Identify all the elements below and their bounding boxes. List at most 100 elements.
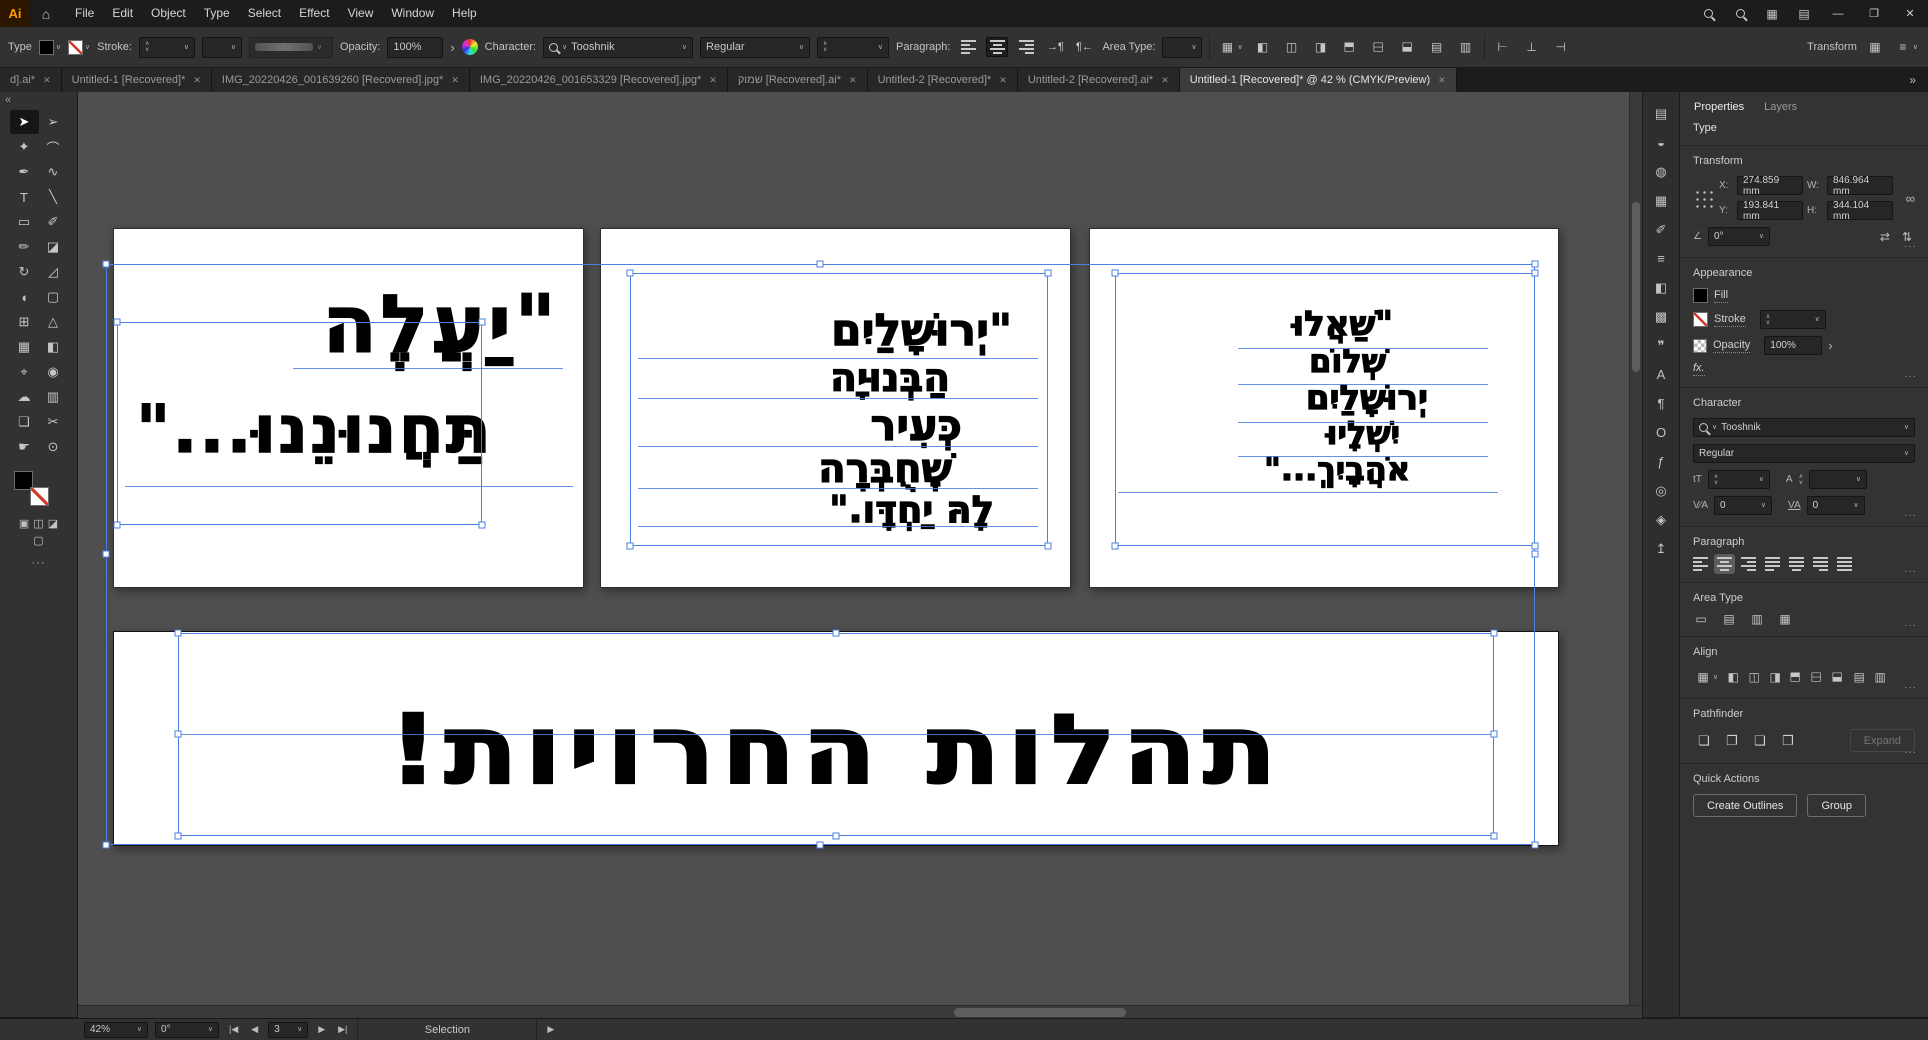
- hebrew-text-line[interactable]: שֶׁחֻבְּרָה: [818, 448, 953, 489]
- tab-close-icon[interactable]: ✕: [849, 75, 857, 86]
- panel-grid-icon[interactable]: ▦: [1864, 37, 1886, 57]
- align-horizontal-right-icon[interactable]: ◨: [1310, 37, 1332, 57]
- distribute-horizontal-icon[interactable]: ▥: [1872, 671, 1888, 683]
- document-tab[interactable]: Untitled-1 [Recovered]* @ 42 % (CMYK/Pre…: [1179, 68, 1457, 92]
- font-style-combo[interactable]: Regular ∨: [1693, 444, 1915, 463]
- align-vertical-top-icon[interactable]: ◧: [1789, 669, 1803, 685]
- transform-x-field[interactable]: 274.859 mm: [1737, 175, 1803, 197]
- flip-horizontal-icon[interactable]: ⇄: [1877, 230, 1893, 244]
- paragraph-icon[interactable]: ¶: [1649, 392, 1674, 415]
- kerning-combo[interactable]: 0 ∨: [1714, 496, 1773, 515]
- rotate-tool[interactable]: ↻: [10, 260, 39, 284]
- pen-tool[interactable]: ✒: [10, 160, 39, 184]
- justify-right-icon[interactable]: [1813, 557, 1828, 571]
- area-type-rows-icon[interactable]: ▤: [1721, 613, 1737, 625]
- transform-h-field[interactable]: 344.104 mm: [1827, 200, 1893, 222]
- fill-swatch[interactable]: [1693, 288, 1708, 303]
- lasso-tool[interactable]: ⌒: [39, 135, 68, 159]
- menu-item[interactable]: Help: [443, 0, 486, 27]
- stroke-label[interactable]: Stroke: [1714, 313, 1746, 327]
- last-artboard-icon[interactable]: ▶|: [335, 1024, 350, 1035]
- shape-builder-tool[interactable]: ⊞: [10, 310, 39, 334]
- artboard-tool[interactable]: ❏: [10, 410, 39, 434]
- line-segment-tool[interactable]: ╲: [39, 185, 68, 209]
- direct-selection-tool[interactable]: ➢: [39, 110, 68, 134]
- menu-item[interactable]: Select: [239, 0, 290, 27]
- graphic-styles-icon[interactable]: ◈: [1649, 508, 1674, 531]
- rotation-angle-combo[interactable]: 0° ∨: [1707, 227, 1770, 246]
- collapse-panel-icon[interactable]: «: [5, 94, 11, 106]
- hebrew-text-line[interactable]: לָהּ יַחְדָּו.": [829, 490, 995, 528]
- pathfinder-unite-icon[interactable]: ❏: [1693, 733, 1715, 749]
- eyedropper-tool[interactable]: ⌖: [10, 360, 39, 384]
- tab-close-icon[interactable]: ✕: [43, 75, 51, 86]
- align-horizontal-left-icon[interactable]: ◧: [1725, 671, 1741, 683]
- transparency-icon[interactable]: ▩: [1649, 305, 1674, 328]
- toolbar-more-icon[interactable]: ···: [0, 557, 77, 569]
- stepper-icon[interactable]: ∧ ∨: [1766, 314, 1770, 326]
- artboard-number-field[interactable]: 3 ∨: [268, 1021, 309, 1038]
- menu-item[interactable]: Effect: [290, 0, 338, 27]
- document-tab[interactable]: Untitled-2 [Recovered]* ✕: [867, 68, 1018, 92]
- symbol-sprayer-tool[interactable]: ☁: [10, 385, 39, 409]
- stepper-icon[interactable]: ∧ ∨: [1799, 474, 1803, 486]
- distribute-vertical-icon[interactable]: ▤: [1851, 671, 1867, 683]
- width-profile-combo[interactable]: ∨: [248, 36, 333, 58]
- pathfinder-minus-front-icon[interactable]: ❐: [1721, 733, 1743, 749]
- asset-export-icon[interactable]: ↥: [1649, 537, 1674, 560]
- panel-menu-icon[interactable]: ≡ ∨: [1893, 37, 1920, 57]
- menu-item[interactable]: File: [66, 0, 103, 27]
- type-direction-rtl-icon[interactable]: ¶←: [1073, 37, 1095, 57]
- more-options-icon[interactable]: ···: [1904, 566, 1917, 577]
- document-tab[interactable]: d].ai* ✕: [0, 68, 62, 92]
- justify-left-icon[interactable]: [1765, 557, 1780, 571]
- more-options-icon[interactable]: ···: [1904, 620, 1917, 631]
- distribute-vertical-icon[interactable]: ▤: [1426, 37, 1448, 57]
- comments-icon[interactable]: ❞: [1649, 334, 1674, 357]
- libraries-icon[interactable]: ▤: [1649, 102, 1674, 125]
- hebrew-text-line[interactable]: "יַעֲלֶה: [322, 284, 559, 365]
- font-family-combo[interactable]: ∨ Tooshnik ∨: [1693, 418, 1915, 437]
- brushes-icon[interactable]: ✐: [1649, 218, 1674, 241]
- rotation-combo[interactable]: 0° ∨: [155, 1021, 219, 1038]
- pathfinder-exclude-icon[interactable]: ❒: [1777, 733, 1799, 749]
- color-icon[interactable]: ◒: [1649, 131, 1674, 154]
- tab-close-icon[interactable]: ✕: [451, 75, 459, 86]
- blend-tool[interactable]: ◉: [39, 360, 68, 384]
- align-horizontal-center-icon[interactable]: ◫: [1746, 671, 1762, 683]
- distribute-spacing-center-icon[interactable]: ⊥: [1521, 37, 1543, 57]
- menu-item[interactable]: View: [339, 0, 383, 27]
- align-vertical-top-icon[interactable]: ◧: [1339, 37, 1361, 57]
- previous-artboard-icon[interactable]: ◀: [248, 1024, 261, 1035]
- tab-close-icon[interactable]: ✕: [193, 75, 201, 86]
- transform-w-field[interactable]: 846.964 mm: [1827, 175, 1893, 197]
- opacity-label[interactable]: Opacity: [1713, 339, 1751, 353]
- opacity-options-icon[interactable]: ›: [1828, 338, 1832, 353]
- eraser-tool[interactable]: ◪: [39, 235, 68, 259]
- canvas[interactable]: "יַעֲלֶה תַּחֲנוּנֵנוּ..." "יְרוּשָׁלַיִ…: [78, 92, 1642, 1005]
- tab-overflow-icon[interactable]: »: [1897, 68, 1928, 92]
- gradient-icon[interactable]: ◧: [1649, 276, 1674, 299]
- menu-item[interactable]: Type: [195, 0, 239, 27]
- horizontal-scrollbar[interactable]: [78, 1005, 1642, 1018]
- draw-behind-icon[interactable]: ◫: [33, 517, 43, 530]
- transform-y-field[interactable]: 193.841 mm: [1737, 200, 1803, 222]
- more-options-icon[interactable]: ···: [1904, 241, 1917, 252]
- hebrew-text-line[interactable]: "שַׁאֲלוּ: [1292, 306, 1394, 341]
- fill-label[interactable]: Fill: [1714, 289, 1729, 303]
- screen-mode-icon[interactable]: ▢: [33, 534, 43, 547]
- artboard-2[interactable]: "יְרוּשָׁלַיִם הַבְּנוּיָה כְּעִיר שֶׁחֻ…: [600, 228, 1071, 588]
- gradient-tool[interactable]: ◧: [39, 335, 68, 359]
- search-icon[interactable]: [1724, 0, 1756, 27]
- glyphs-icon[interactable]: ƒ: [1649, 450, 1674, 473]
- area-type-columns-icon[interactable]: ▥: [1749, 613, 1765, 625]
- color-guide-icon[interactable]: ◍: [1649, 160, 1674, 183]
- distribute-spacing-left-icon[interactable]: ⊢: [1492, 37, 1514, 57]
- hebrew-text-line[interactable]: הַבְּנוּיָה: [829, 358, 950, 398]
- curvature-tool[interactable]: ∿: [39, 160, 68, 184]
- zoom-tool[interactable]: ⊙: [39, 435, 68, 459]
- rectangle-tool[interactable]: ▭: [10, 210, 39, 234]
- appearance-icon[interactable]: ◎: [1649, 479, 1674, 502]
- scrollbar-thumb[interactable]: [953, 1008, 1126, 1017]
- selection-handle[interactable]: [102, 550, 110, 558]
